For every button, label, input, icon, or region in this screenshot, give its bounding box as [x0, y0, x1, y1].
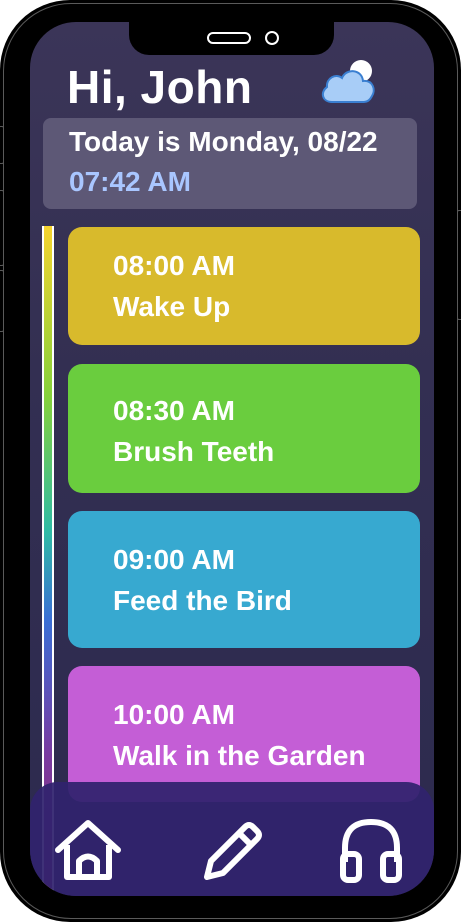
- bottom-nav: [30, 782, 434, 896]
- greeting-title: Hi, John: [67, 61, 253, 113]
- event-title: Brush Teeth: [113, 436, 275, 467]
- notch: [129, 22, 334, 55]
- event-time: 08:30 AM: [113, 395, 235, 426]
- event-time: 10:00 AM: [113, 699, 235, 730]
- date-card: Today is Monday, 08/22 07:42 AM: [43, 118, 417, 209]
- event-title: Wake Up: [113, 291, 231, 322]
- camera-icon: [265, 31, 279, 45]
- app-screen: Hi, John Today is Monday, 08/22 07:42 AM…: [30, 22, 434, 896]
- event-title: Feed the Bird: [113, 585, 292, 616]
- current-time: 07:42 AM: [69, 166, 191, 197]
- headphones-icon[interactable]: [335, 814, 407, 886]
- volume-up-button: [0, 190, 4, 266]
- event-card[interactable]: 08:00 AM Wake Up: [68, 227, 420, 345]
- event-time: 09:00 AM: [113, 544, 235, 575]
- pencil-icon[interactable]: [195, 814, 267, 886]
- current-date: Today is Monday, 08/22: [69, 126, 378, 157]
- volume-down-button: [0, 270, 4, 332]
- event-card[interactable]: 08:30 AM Brush Teeth: [68, 364, 420, 493]
- home-icon[interactable]: [52, 814, 124, 886]
- cloud-moon-icon[interactable]: [320, 56, 378, 108]
- mute-switch: [0, 126, 4, 164]
- speaker-icon: [207, 32, 251, 44]
- event-title: Walk in the Garden: [113, 740, 366, 771]
- event-card[interactable]: 09:00 AM Feed the Bird: [68, 511, 420, 648]
- power-button: [457, 210, 461, 320]
- event-time: 08:00 AM: [113, 250, 235, 281]
